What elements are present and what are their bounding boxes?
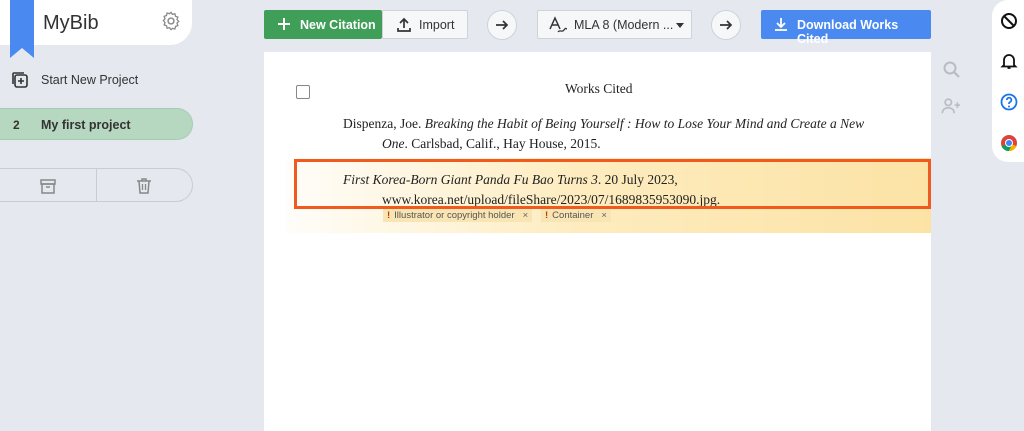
warning-icon: !: [545, 210, 549, 221]
gear-icon[interactable]: [160, 10, 182, 32]
trash-icon[interactable]: [136, 177, 152, 195]
add-project-icon: [12, 72, 28, 88]
start-new-project-label: Start New Project: [41, 73, 139, 87]
citation-title-cont: One: [382, 136, 405, 151]
works-cited-document: [264, 52, 931, 431]
new-citation-label: New Citation: [300, 18, 376, 32]
missing-field-tag[interactable]: ! Container ×: [541, 209, 611, 222]
citation-title: Breaking the Habit of Being Yourself : H…: [424, 116, 865, 131]
style-icon: [549, 16, 568, 33]
project-name: My first project: [41, 118, 131, 132]
upload-icon: [397, 17, 411, 32]
select-all-checkbox[interactable]: [296, 85, 310, 99]
citation-entry[interactable]: Dispenza, Joe. Breaking the Habit of Bei…: [343, 114, 883, 154]
page-title: Works Cited: [565, 81, 633, 96]
chevron-down-icon: [676, 23, 684, 28]
plus-icon: [278, 18, 290, 30]
citation-style-value: MLA 8 (Modern ...: [574, 18, 674, 32]
search-icon[interactable]: [942, 60, 962, 80]
browser-extension-rail: [992, 0, 1024, 162]
block-icon[interactable]: [1000, 12, 1018, 30]
annotation-box: [294, 159, 931, 209]
bookmark-icon: [10, 0, 34, 58]
project-number: 2: [13, 118, 20, 132]
citation-publisher: . Carlsbad, Calif., Hay House, 2015.: [404, 136, 601, 151]
warning-icon: !: [387, 210, 391, 221]
arrow-right-button[interactable]: [487, 10, 517, 40]
missing-field-label: Illustrator or copyright holder: [394, 210, 515, 221]
citation-author: Dispenza, Joe.: [343, 116, 425, 131]
app-logo[interactable]: MyBib: [43, 12, 99, 35]
import-button[interactable]: Import: [382, 10, 468, 39]
new-citation-button[interactable]: New Citation: [264, 10, 382, 39]
import-label: Import: [419, 18, 455, 32]
arrow-right-button-2[interactable]: [711, 10, 741, 40]
download-icon: [775, 18, 787, 31]
arrow-right-icon: [496, 20, 509, 30]
arrow-right-icon: [720, 20, 733, 30]
help-icon[interactable]: [1000, 93, 1018, 111]
add-user-icon[interactable]: [941, 96, 961, 116]
download-label: Download Works Cited: [797, 18, 899, 46]
start-new-project-button[interactable]: Start New Project: [0, 66, 192, 94]
download-works-cited-button[interactable]: Download Works Cited: [761, 10, 931, 46]
chrome-icon[interactable]: [1000, 134, 1018, 152]
close-icon[interactable]: ×: [601, 210, 607, 221]
sidebar-item-project[interactable]: 2 My first project: [0, 108, 193, 140]
archive-icon[interactable]: [39, 177, 57, 195]
bell-icon[interactable]: [1000, 52, 1018, 70]
project-actions: [0, 168, 193, 202]
close-icon[interactable]: ×: [523, 210, 529, 221]
missing-field-label: Container: [552, 210, 594, 221]
missing-field-tag[interactable]: ! Illustrator or copyright holder ×: [383, 209, 533, 222]
citation-style-select[interactable]: MLA 8 (Modern ...: [537, 10, 692, 39]
divider: [96, 169, 97, 201]
logo-card: MyBib: [0, 0, 192, 58]
